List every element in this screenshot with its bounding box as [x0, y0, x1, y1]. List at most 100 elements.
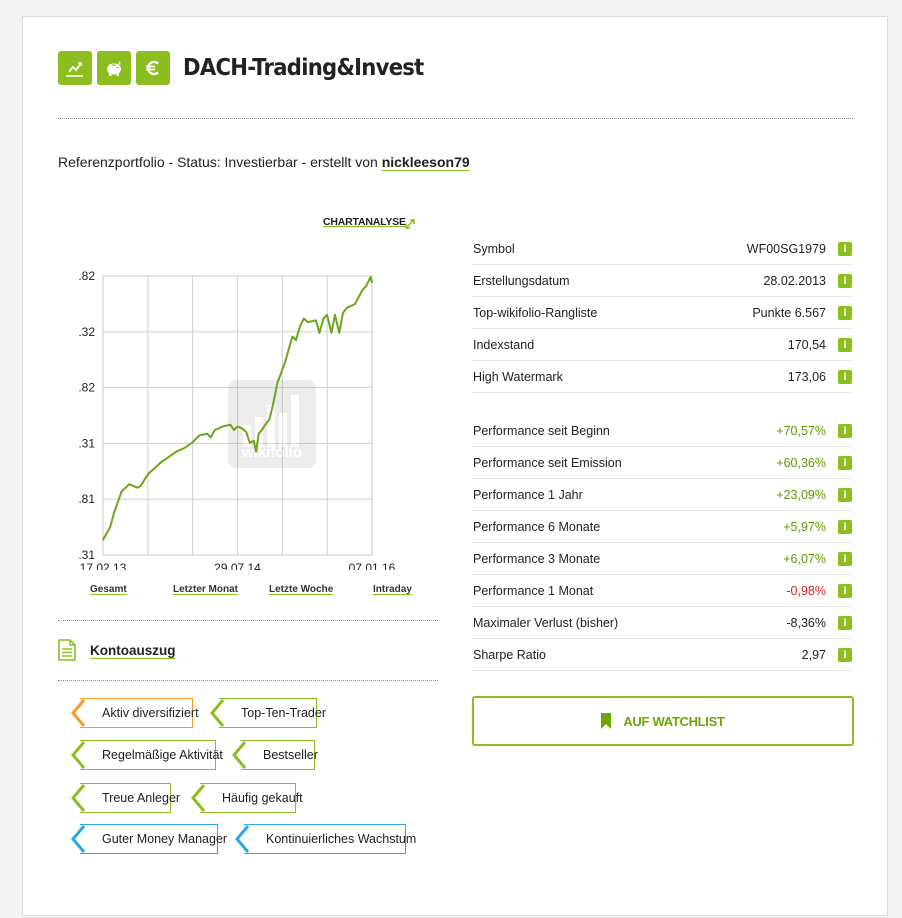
info-row-label: Top-wikifolio-Rangliste [473, 305, 598, 320]
data-point [365, 285, 367, 287]
data-point [284, 360, 287, 363]
piggy-bank-icon[interactable] [97, 51, 131, 85]
expand-icon[interactable] [403, 217, 417, 231]
info-icon[interactable]: i [838, 648, 852, 662]
page-title: DACH-Trading&Invest [183, 55, 424, 81]
document-icon [58, 639, 76, 661]
data-point [109, 526, 111, 529]
badge-label: Aktiv diversifiziert [102, 706, 199, 720]
info-icon[interactable]: i [838, 520, 852, 534]
data-point [128, 483, 131, 485]
badge-chevron-icon [191, 784, 206, 812]
data-point [295, 339, 297, 341]
data-point [139, 485, 142, 487]
info-row: Symbol WF00SG1979 i [472, 233, 852, 265]
info-row-value: 28.02.2013 [763, 273, 826, 288]
status-text: Referenzportfolio - Status: Investierbar… [58, 154, 382, 170]
badge-regelmaessige-aktivitaet[interactable]: Regelmäßige Aktivität [71, 740, 223, 770]
info-icon[interactable]: i [838, 456, 852, 470]
info-row-value: +23,09% [776, 487, 826, 502]
data-point [276, 382, 279, 385]
euro-icon[interactable] [136, 51, 170, 85]
info-icon[interactable]: i [838, 616, 852, 630]
badge-label: Guter Money Manager [102, 832, 228, 846]
info-icon[interactable]: i [838, 306, 852, 320]
info-row: Performance 3 Monate +6,07% i [472, 543, 852, 575]
badge-chevron-icon [71, 699, 86, 727]
info-icon[interactable]: i [838, 274, 852, 288]
range-intraday[interactable]: Intraday [373, 584, 412, 595]
info-row-label: Erstellungsdatum [473, 273, 570, 288]
x-tick-label: 29.07.14 [214, 561, 261, 570]
info-icon[interactable]: i [838, 584, 852, 598]
data-point [260, 429, 263, 431]
data-point [167, 456, 170, 458]
data-point [233, 429, 235, 431]
info-row-value: +6,07% [783, 551, 826, 566]
info-icon[interactable]: i [838, 242, 852, 256]
badge-chevron-icon [235, 825, 250, 853]
info-row-label: High Watermark [473, 369, 563, 384]
info-row: Performance 1 Jahr +23,09% i [472, 479, 852, 511]
badge-chevron-icon [210, 699, 225, 727]
data-point [241, 427, 243, 430]
badge-label: Häufig gekauft [222, 791, 303, 805]
chart-trend-icon[interactable] [58, 51, 92, 85]
data-point [236, 425, 239, 428]
info-row: Performance 6 Monate +5,97% i [472, 511, 852, 543]
watchlist-button[interactable]: AUF WATCHLIST [472, 696, 854, 746]
chartanalyse-link[interactable]: CHARTANALYSE [323, 216, 406, 228]
data-point [315, 319, 317, 322]
data-point [346, 306, 348, 309]
chart-range-links: Gesamt Letzter Monat Letzte Woche Intrad… [58, 584, 418, 600]
data-point [144, 477, 146, 480]
kontoauszug-link[interactable]: Kontoauszug [90, 643, 176, 658]
owner-link[interactable]: nickleeson79 [382, 154, 470, 170]
range-letzter-monat[interactable]: Letzter Monat [173, 584, 238, 595]
info-icon[interactable]: i [838, 552, 852, 566]
badge-kontinuierliches-wachstum[interactable]: Kontinuierliches Wachstum [235, 824, 416, 854]
data-point [318, 332, 321, 334]
portfolio-status: Referenzportfolio - Status: Investierbar… [58, 154, 470, 170]
info-row: Indexstand 170,54 i [472, 329, 852, 361]
performance-chart[interactable]: 173.82 158.32 142.82 127.31 111.81 96.3117.02… [78, 245, 418, 570]
badge-label: Regelmäßige Aktivität [102, 748, 223, 762]
data-point [221, 425, 224, 428]
data-point [257, 432, 260, 435]
data-point [338, 332, 341, 334]
data-point [253, 440, 255, 442]
badge-treue-anleger[interactable]: Treue Anleger [71, 783, 180, 813]
badge-bestseller[interactable]: Bestseller [232, 740, 318, 770]
data-point [299, 324, 302, 327]
data-point [330, 332, 333, 334]
badge-haeufig-gekauft[interactable]: Häufig gekauft [191, 783, 303, 813]
y-tick-label: 173.82 [78, 269, 95, 283]
info-row-value: 173,06 [787, 369, 826, 384]
data-point [183, 447, 185, 449]
badge-top-ten-trader[interactable]: Top-Ten-Trader [210, 698, 326, 728]
data-point [371, 281, 373, 284]
info-row-value: +70,57% [776, 423, 826, 438]
data-point [303, 317, 305, 320]
y-tick-label: 111.81 [78, 492, 95, 506]
badge-guter-money-manager[interactable]: Guter Money Manager [71, 824, 227, 854]
info-icon[interactable]: i [838, 424, 852, 438]
data-point [354, 303, 356, 305]
info-icon[interactable]: i [838, 370, 852, 384]
range-letzte-woche[interactable]: Letzte Woche [269, 584, 333, 595]
info-row-value: -8,36% [786, 615, 826, 630]
data-point [152, 468, 154, 471]
data-point [102, 539, 104, 541]
info-row-label: Performance 1 Monat [473, 583, 594, 598]
range-gesamt[interactable]: Gesamt [90, 584, 127, 595]
data-point [159, 461, 162, 464]
info-icon[interactable]: i [838, 338, 852, 352]
badge-aktiv-diversifiziert[interactable]: Aktiv diversifiziert [71, 698, 199, 728]
data-point [291, 335, 294, 338]
info-icon[interactable]: i [838, 488, 852, 502]
badge-label: Top-Ten-Trader [241, 706, 326, 720]
data-point [268, 418, 271, 421]
data-point [198, 434, 201, 437]
bookmark-icon [601, 713, 612, 729]
divider [58, 680, 438, 681]
